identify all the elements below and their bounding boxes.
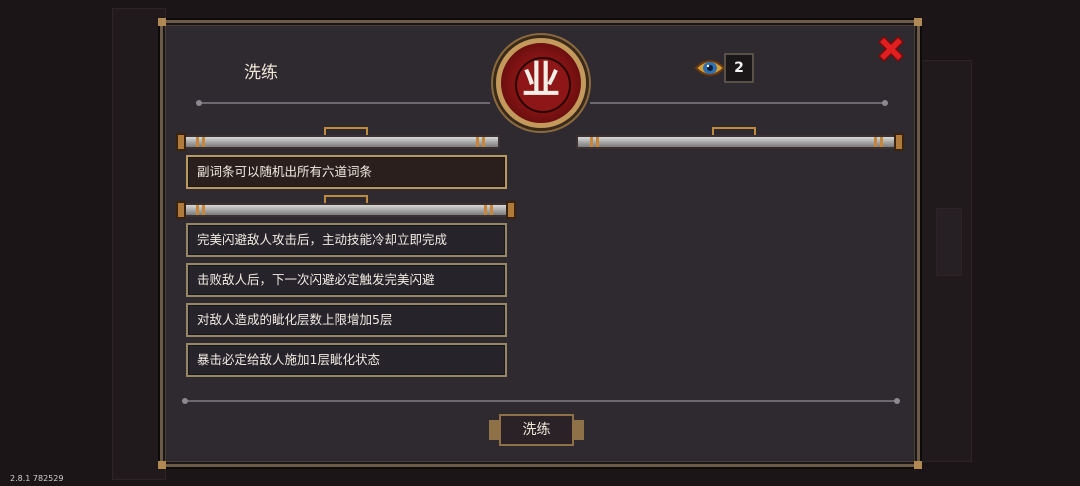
rod-band [590,137,593,147]
scroll-rod-left [182,135,500,149]
version-label: 2.8.1 782529 [10,474,64,483]
refine-button-label: 洗练 [499,414,574,446]
background-left-frame [112,8,166,480]
divider-dot [196,100,202,106]
divider-dot [894,398,900,404]
rod-band [484,205,487,215]
scroll-rod-secondary [182,203,508,217]
karma-emblem: 业 [496,38,586,128]
rod-cap [506,201,516,219]
rod-band [476,137,479,147]
panel-corner [914,461,922,469]
rod-cap [176,201,186,219]
divider-dot [882,100,888,106]
secondary-stat-row: 暴击必定给敌人施加1层眦化状态 [186,343,507,377]
currency-count: 2 [724,53,754,83]
rod-hook [324,195,368,203]
rod-band [490,205,493,215]
rod-band [880,137,883,147]
panel-corner [158,18,166,26]
rod-band [202,137,205,147]
rod-band [596,137,599,147]
secondary-stat-row: 击败敌人后，下一次闪避必定触发完美闪避 [186,263,507,297]
rod-band [196,137,199,147]
header-divider-right [590,102,886,104]
close-icon[interactable] [875,33,907,65]
panel-title: 洗练 [244,63,278,83]
rod-band [482,137,485,147]
rod-cap [176,133,186,151]
rod-hook [712,127,756,135]
panel-corner [158,461,166,469]
rod-band [196,205,199,215]
secondary-stat-row: 完美闪避敌人攻击后，主动技能冷却立即完成 [186,223,507,257]
panel-corner [914,18,922,26]
scroll-rod-right [576,135,898,149]
emblem-glyph: 业 [521,58,560,102]
divider-dot [182,398,188,404]
rod-band [874,137,877,147]
footer-divider [186,400,896,402]
refine-button[interactable]: 洗练 [489,410,584,450]
rod-cap [894,133,904,151]
header-divider-left [200,102,490,104]
primary-stat-row: 副词条可以随机出所有六道词条 [186,155,507,189]
rod-band [202,205,205,215]
background-side-slot [936,208,962,276]
rod-hook [324,127,368,135]
eye-gem-icon [694,60,726,76]
secondary-stat-row: 对敌人造成的眦化层数上限增加5层 [186,303,507,337]
